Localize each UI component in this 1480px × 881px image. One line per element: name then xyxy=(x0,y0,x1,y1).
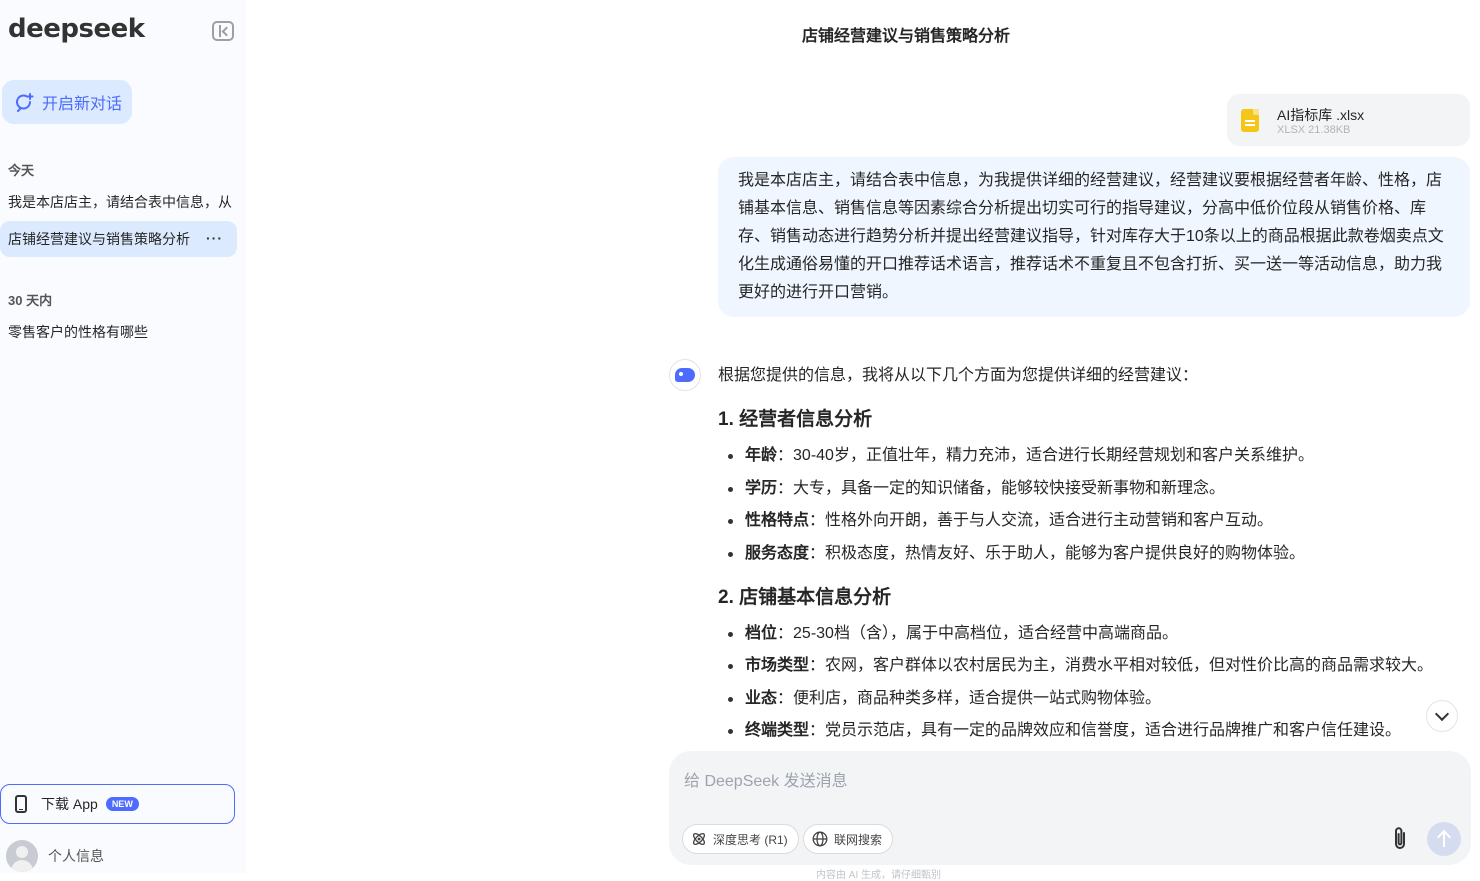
list-item-term: 学历 xyxy=(745,479,778,497)
scroll-to-bottom-button[interactable] xyxy=(1426,700,1458,732)
new-chat-icon xyxy=(14,92,34,112)
list-item: 终端类型：党员示范店，具有一定的品牌效应和信誉度，适合进行品牌推广和客户信任建设… xyxy=(718,717,1470,745)
sidebar: deepseek 开启新对话 今天 我是本店店主，请结合表中信息，从 店铺经营建… xyxy=(0,0,246,873)
list-item: 性格特点：性格外向开朗，善于与人交流，适合进行主动营销和客户互动。 xyxy=(718,507,1470,535)
conversation-title: 我是本店店主，请结合表中信息，从 xyxy=(8,194,232,210)
list-item-text: ：30-40岁，正值壮年，精力充沛，适合进行长期经营规划和客户关系维护。 xyxy=(777,447,1314,464)
list-item-term: 业态 xyxy=(745,689,778,707)
page-title: 店铺经营建议与销售策略分析 xyxy=(801,28,1010,45)
list-item-term: 年龄 xyxy=(745,447,778,464)
document-icon xyxy=(1241,109,1259,132)
globe-icon xyxy=(812,831,828,847)
new-badge: NEW xyxy=(105,797,139,811)
list-item-term: 档位 xyxy=(745,624,778,642)
send-button[interactable] xyxy=(1427,822,1461,856)
conversation-title: 零售客户的性格有哪些 xyxy=(8,324,148,340)
atom-icon xyxy=(692,832,706,846)
list-item: 档位：25-30档（含），属于中高档位，适合经营中高端商品。 xyxy=(718,620,1470,648)
list-item: 业态：便利店，商品种类多样，适合提供一站式购物体验。 xyxy=(718,685,1470,713)
attachment-name: AI指标库 .xlsx xyxy=(1277,107,1365,123)
assistant-avatar xyxy=(669,359,701,391)
deepseek-logo[interactable]: deepseek xyxy=(8,14,145,44)
phone-icon xyxy=(15,795,27,813)
list-item-text: ：便利店，商品种类多样，适合提供一站式购物体验。 xyxy=(777,689,1162,707)
list-item-text: ：大专，具备一定的知识储备，能够较快接受新事物和新理念。 xyxy=(777,479,1226,497)
chat-main: 店铺经营建议与销售策略分析 AI指标库 .xlsx XLSX 21.38KB 我… xyxy=(246,0,1480,881)
disclaimer: 内容由 AI 生成，请仔细甄别 xyxy=(816,870,942,881)
list-item-text: ：积极态度，热情友好、乐于助人，能够为客户提供良好的购物体验。 xyxy=(809,544,1306,562)
more-options-icon[interactable]: ··· xyxy=(206,230,223,246)
web-search-toggle[interactable]: 联网搜索 xyxy=(803,824,894,854)
list-item-term: 终端类型 xyxy=(745,722,810,739)
attachment-card[interactable]: AI指标库 .xlsx XLSX 21.38KB xyxy=(1227,94,1470,146)
section-label-today: 今天 xyxy=(8,163,35,178)
deep-think-label: 深度思考 (R1) xyxy=(713,832,788,847)
list-item: 学历：大专，具备一定的知识储备，能够较快接受新事物和新理念。 xyxy=(718,475,1470,503)
deep-think-toggle[interactable]: 深度思考 (R1) xyxy=(682,824,799,854)
paperclip-icon[interactable] xyxy=(1387,825,1413,853)
profile-button[interactable]: 个人信息 xyxy=(6,840,104,872)
list-item-term: 市场类型 xyxy=(745,657,810,674)
attachment-meta: XLSX 21.38KB xyxy=(1277,124,1351,136)
message-composer: 给 DeepSeek 发送消息 深度思考 (R1) 联网搜索 xyxy=(669,751,1471,865)
assistant-message: 根据您提供的信息，我将从以下几个方面为您提供详细的经营建议： 1. 经营者信息分… xyxy=(718,362,1470,752)
new-chat-label: 开启新对话 xyxy=(42,96,123,113)
avatar xyxy=(6,840,38,872)
conversation-item[interactable]: 零售客户的性格有哪些 xyxy=(0,314,237,350)
answer-heading: 2. 店铺基本信息分析 xyxy=(718,586,892,608)
list-item-term: 服务态度 xyxy=(745,544,810,562)
list-item-text: ：农网，客户群体以农村居民为主，消费水平相对较低，但对性价比高的商品需求较大。 xyxy=(809,657,1434,674)
user-message: 我是本店店主，请结合表中信息，为我提供详细的经营建议，经营建议要根据经营者年龄、… xyxy=(718,157,1470,317)
list-item: 服务态度：积极态度，热情友好、乐于助人，能够为客户提供良好的购物体验。 xyxy=(718,540,1470,568)
conversation-item[interactable]: 我是本店店主，请结合表中信息，从 xyxy=(0,184,237,220)
list-item: 年龄：30-40岁，正值壮年，精力充沛，适合进行长期经营规划和客户关系维护。 xyxy=(718,442,1470,470)
profile-label: 个人信息 xyxy=(48,848,104,864)
list-item-text: ：25-30档（含），属于中高档位，适合经营中高端商品。 xyxy=(777,624,1178,642)
section-label-30-days: 30 天内 xyxy=(8,293,53,308)
download-app-label: 下载 App xyxy=(41,796,98,812)
answer-list: 档位：25-30档（含），属于中高档位，适合经营中高端商品。 市场类型：农网，客… xyxy=(718,620,1470,746)
answer-list: 年龄：30-40岁，正值壮年，精力充沛，适合进行长期经营规划和客户关系维护。 学… xyxy=(718,442,1470,568)
collapse-sidebar-icon[interactable] xyxy=(212,21,234,41)
message-input[interactable]: 给 DeepSeek 发送消息 xyxy=(684,767,848,791)
conversation-item-active[interactable]: 店铺经营建议与销售策略分析 ··· xyxy=(0,221,237,257)
list-item-text: ：性格外向开朗，善于与人交流，适合进行主动营销和客户互动。 xyxy=(809,512,1274,529)
list-item-term: 性格特点 xyxy=(745,512,810,529)
list-item: 市场类型：农网，客户群体以农村居民为主，消费水平相对较低，但对性价比高的商品需求… xyxy=(718,652,1470,680)
whale-icon xyxy=(675,368,695,382)
conversation-title: 店铺经营建议与销售策略分析 xyxy=(8,231,190,247)
web-search-label: 联网搜索 xyxy=(834,832,883,847)
download-app-button[interactable]: 下载 App NEW xyxy=(0,784,235,824)
new-chat-button[interactable]: 开启新对话 xyxy=(2,80,132,124)
list-item-text: ：党员示范店，具有一定的品牌效应和信誉度，适合进行品牌推广和客户信任建设。 xyxy=(809,722,1402,739)
answer-intro: 根据您提供的信息，我将从以下几个方面为您提供详细的经营建议： xyxy=(718,367,1199,384)
answer-heading: 1. 经营者信息分析 xyxy=(718,409,873,430)
